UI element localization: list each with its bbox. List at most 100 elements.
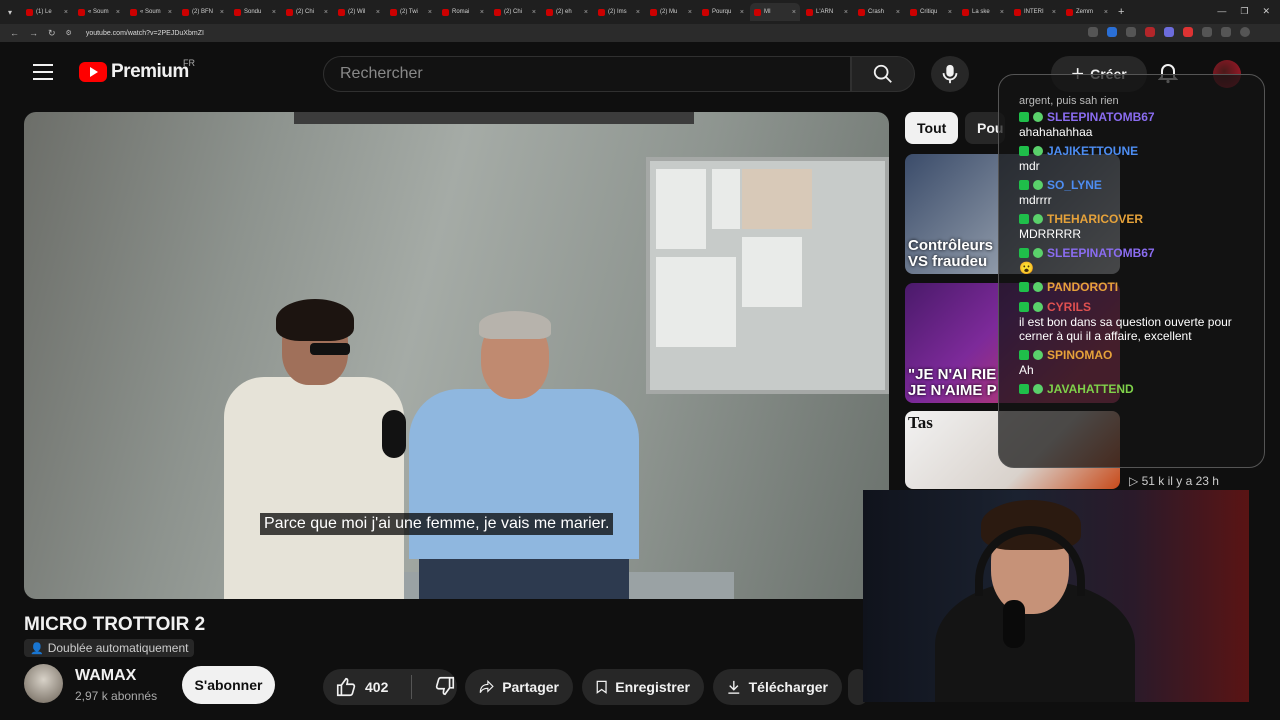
browser-tab[interactable]: (2) Ims ×	[594, 3, 644, 21]
chat-username[interactable]: CYRILS	[1047, 300, 1091, 314]
tab-close-icon[interactable]: ×	[272, 9, 276, 16]
browser-tab[interactable]: (2) Chi ×	[282, 3, 332, 21]
chat-username[interactable]: JAVAHATTEND	[1047, 382, 1134, 396]
chat-username[interactable]: SLEEPINATOMB67	[1047, 246, 1155, 260]
tab-close-icon[interactable]: ×	[376, 9, 380, 16]
information-board	[646, 157, 889, 394]
tab-close-icon[interactable]: ×	[220, 9, 224, 16]
extension-icon[interactable]	[1145, 27, 1155, 37]
puzzle-icon[interactable]	[1221, 27, 1231, 37]
new-tab-button[interactable]: +	[1118, 6, 1124, 18]
subscriber-count: 2,97 k abonnés	[75, 689, 158, 703]
subscribe-button[interactable]: S'abonner	[182, 666, 275, 704]
browser-tab[interactable]: La ske ×	[958, 3, 1008, 21]
browser-tab[interactable]: « Soum ×	[126, 3, 176, 21]
browser-tab[interactable]: (2) Mu ×	[646, 3, 696, 21]
browser-tab[interactable]: (1) Le ×	[22, 3, 72, 21]
channel-name[interactable]: WAMAX	[75, 667, 136, 685]
forward-icon[interactable]: →	[29, 28, 38, 38]
browser-tab[interactable]: MI ×	[750, 3, 800, 21]
close-window-icon[interactable]: ✕	[1262, 6, 1270, 17]
subscriber-badge-icon	[1033, 180, 1043, 190]
browser-tab[interactable]: Sondu ×	[230, 3, 280, 21]
url-field[interactable]: youtube.com/watch?v=2PEJDuXbmZI	[86, 30, 204, 37]
tab-close-icon[interactable]: ×	[1052, 9, 1056, 16]
subscriber-badge-icon	[1033, 248, 1043, 258]
tab-close-icon[interactable]: ×	[116, 9, 120, 16]
bottom-strip	[0, 712, 1280, 720]
extension-icon[interactable]	[1202, 27, 1212, 37]
tab-favicon-icon	[702, 8, 709, 16]
tab-close-icon[interactable]: ×	[1104, 9, 1108, 16]
site-info-icon[interactable]: ⚙	[66, 29, 72, 37]
minimize-icon[interactable]: —	[1217, 6, 1226, 17]
bookmark-star-icon[interactable]	[1126, 27, 1136, 37]
youtube-premium-logo[interactable]: Premium FR	[79, 58, 195, 83]
chat-username[interactable]: PANDOROTI	[1047, 280, 1118, 294]
chip-all[interactable]: Tout	[905, 112, 959, 144]
save-button[interactable]: Enregistrer	[582, 669, 704, 705]
search-input[interactable]: Rechercher	[323, 56, 851, 92]
tab-close-icon[interactable]: ×	[688, 9, 692, 16]
translate-icon[interactable]	[1107, 27, 1117, 37]
chat-username[interactable]: JAJIKETTOUNE	[1047, 144, 1138, 158]
tab-close-icon[interactable]: ×	[428, 9, 432, 16]
chat-author-row: SLEEPINATOMB67	[1019, 245, 1264, 261]
tab-close-icon[interactable]: ×	[532, 9, 536, 16]
hamburger-menu-icon[interactable]	[33, 64, 53, 80]
chat-username[interactable]: SLEEPINATOMB67	[1047, 110, 1155, 124]
tab-close-icon[interactable]: ×	[1000, 9, 1004, 16]
chat-username[interactable]: SO_LYNE	[1047, 178, 1102, 192]
browser-tab[interactable]: Pourqu ×	[698, 3, 748, 21]
chat-username[interactable]: SPINOMAO	[1047, 348, 1112, 362]
browser-tab[interactable]: (2) BFN ×	[178, 3, 228, 21]
tab-close-icon[interactable]: ×	[896, 9, 900, 16]
tab-close-icon[interactable]: ×	[844, 9, 848, 16]
tab-close-icon[interactable]: ×	[636, 9, 640, 16]
tab-close-icon[interactable]: ×	[324, 9, 328, 16]
browser-tab[interactable]: (2) eh ×	[542, 3, 592, 21]
browser-tab[interactable]: Zemm ×	[1062, 3, 1112, 21]
browser-tab[interactable]: INTERI ×	[1010, 3, 1060, 21]
dislike-button[interactable]	[420, 675, 456, 700]
dubbed-badge[interactable]: 👤 Doublée automatiquement	[24, 639, 195, 657]
browser-tab[interactable]: Critiqu ×	[906, 3, 956, 21]
chat-username[interactable]: THEHARICOVER	[1047, 212, 1143, 226]
zoom-icon[interactable]	[1088, 27, 1098, 37]
browser-tab[interactable]: (2) Chi ×	[490, 3, 540, 21]
maximize-icon[interactable]: ❐	[1240, 6, 1248, 17]
download-label: Télécharger	[748, 679, 828, 695]
share-button[interactable]: Partager	[465, 669, 573, 705]
profile-icon[interactable]	[1240, 27, 1250, 37]
browser-tab[interactable]: L'ARN ×	[802, 3, 852, 21]
tab-close-icon[interactable]: ×	[740, 9, 744, 16]
browser-tab[interactable]: (2) Wil ×	[334, 3, 384, 21]
browser-tab[interactable]: Crash ×	[854, 3, 904, 21]
download-button[interactable]: Télécharger	[713, 669, 842, 705]
thumbnail-text: Contrôleurs VS fraudeu	[908, 237, 994, 270]
reload-icon[interactable]: ↻	[48, 28, 56, 39]
tab-favicon-icon	[962, 8, 969, 16]
search-button[interactable]	[851, 56, 915, 92]
browser-tab[interactable]: Romai ×	[438, 3, 488, 21]
voice-search-button[interactable]	[931, 56, 969, 92]
tab-close-icon[interactable]: ×	[948, 9, 952, 16]
video-player[interactable]: Parce que moi j'ai une femme, je vais me…	[24, 112, 889, 599]
window-controls: — ❐ ✕	[1217, 6, 1270, 17]
thumbnail-text: Tas	[908, 413, 933, 432]
extension-icon[interactable]	[1164, 27, 1174, 37]
tab-list-icon[interactable]: ▾	[8, 8, 20, 17]
browser-tab[interactable]: « Soum ×	[74, 3, 124, 21]
back-icon[interactable]: ←	[10, 28, 19, 38]
like-button[interactable]: 402	[323, 676, 403, 698]
tab-close-icon[interactable]: ×	[480, 9, 484, 16]
channel-avatar[interactable]	[24, 664, 63, 703]
tab-close-icon[interactable]: ×	[168, 9, 172, 16]
tab-label: (2) eh	[556, 9, 572, 15]
chat-text: il est bon dans sa question ouverte pour…	[1019, 315, 1232, 343]
tab-close-icon[interactable]: ×	[792, 9, 796, 16]
extension-icon[interactable]	[1183, 27, 1193, 37]
tab-close-icon[interactable]: ×	[64, 9, 68, 16]
browser-tab[interactable]: (2) Twi ×	[386, 3, 436, 21]
tab-close-icon[interactable]: ×	[584, 9, 588, 16]
